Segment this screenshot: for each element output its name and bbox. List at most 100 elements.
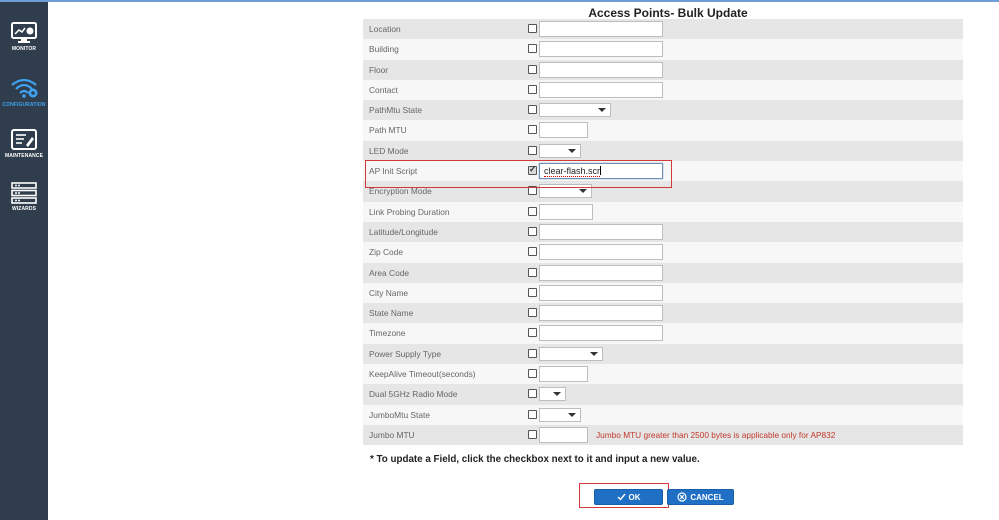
field-row-floor: Floor (363, 59, 963, 80)
sidebar-item-label: MONITOR (11, 46, 37, 52)
field-row-led-mode: LED Mode (363, 140, 963, 162)
field-row-pathmtu-state: PathMtu State (363, 100, 963, 121)
page-title: Access Points- Bulk Update (588, 6, 748, 20)
keepalive-timeout-checkbox[interactable] (528, 369, 537, 379)
field-row-city-name: City Name (363, 282, 963, 304)
field-label: Jumbo MTU (369, 429, 415, 440)
dual-5ghz-radio-mode-checkbox[interactable] (528, 389, 537, 399)
field-label: Dual 5GHz Radio Mode (369, 389, 458, 400)
link-probing-duration-checkbox[interactable] (528, 206, 537, 216)
jumbomtu-state-select[interactable] (539, 407, 581, 422)
path-mtu-checkbox[interactable] (528, 125, 537, 135)
sidebar-item-maintenance[interactable]: MAINTENANCE (0, 129, 48, 175)
highlight-box-ap-init-script (365, 160, 672, 188)
jumbomtu-state-checkbox[interactable] (528, 409, 537, 419)
zip-code-checkbox[interactable] (528, 247, 537, 257)
field-label: Path MTU (369, 125, 407, 136)
pathmtu-state-select[interactable] (539, 103, 611, 118)
power-supply-type-select[interactable] (539, 346, 603, 361)
jumbo-mtu-warning: Jumbo MTU greater than 2500 bytes is app… (596, 429, 836, 440)
location-checkbox[interactable] (528, 24, 537, 33)
city-name-checkbox[interactable] (528, 287, 537, 297)
field-label: Power Supply Type (369, 348, 442, 359)
led-mode-checkbox[interactable] (528, 145, 537, 155)
field-label: PathMtu State (369, 105, 423, 116)
cancel-circle-icon (677, 492, 687, 502)
field-label: Zip Code (369, 247, 403, 258)
chevron-down-icon (553, 392, 561, 397)
field-row-jumbo-mtu: Jumbo MTU Jumbo MTU greater than 2500 by… (363, 424, 963, 446)
keepalive-timeout-input[interactable] (539, 366, 588, 383)
field-label: JumboMtu State (369, 409, 430, 420)
led-mode-select[interactable] (539, 143, 581, 158)
timezone-input[interactable] (539, 325, 663, 342)
field-label: Link Probing Duration (369, 206, 450, 217)
field-row-path-mtu: Path MTU (363, 120, 963, 141)
path-mtu-input[interactable] (539, 122, 588, 139)
field-label: Timezone (369, 328, 406, 339)
sidebar: MONITOR CONFIGURATION MAINTENANCE WIZARD… (0, 2, 48, 520)
chevron-down-icon (590, 351, 598, 356)
bulk-update-form: Location Building Floor Contact PathMtu … (363, 19, 963, 446)
state-name-checkbox[interactable] (528, 308, 537, 318)
field-row-contact: Contact (363, 79, 963, 101)
field-label: Building (369, 44, 399, 55)
jumbo-mtu-checkbox[interactable] (528, 429, 537, 439)
floor-checkbox[interactable] (528, 64, 537, 74)
sidebar-item-wizards[interactable]: WIZARDS (0, 182, 48, 228)
sidebar-item-label: WIZARDS (11, 206, 37, 212)
power-supply-type-checkbox[interactable] (528, 348, 537, 358)
latitude-longitude-input[interactable] (539, 223, 663, 240)
area-code-checkbox[interactable] (528, 267, 537, 277)
building-checkbox[interactable] (528, 44, 537, 54)
city-name-input[interactable] (539, 284, 663, 301)
instruction-note: * To update a Field, click the checkbox … (370, 454, 700, 465)
floor-input[interactable] (539, 61, 663, 78)
zip-code-input[interactable] (539, 244, 663, 261)
location-input[interactable] (539, 21, 663, 37)
field-label: Contact (369, 84, 398, 95)
sidebar-item-label: CONFIGURATION (2, 102, 46, 108)
chevron-down-icon (568, 148, 576, 153)
field-row-latitude-longitude: Latitude/Longitude (363, 221, 963, 243)
field-label: City Name (369, 287, 409, 298)
field-row-area-code: Area Code (363, 262, 963, 283)
field-label: State Name (369, 308, 414, 319)
latitude-longitude-checkbox[interactable] (528, 226, 537, 236)
field-label: Location (369, 24, 401, 34)
checkmark-icon (617, 493, 626, 501)
wizards-icon (11, 182, 37, 204)
field-row-power-supply-type: Power Supply Type (363, 343, 963, 365)
field-row-dual-5ghz-radio-mode: Dual 5GHz Radio Mode (363, 384, 963, 405)
wifi-config-icon (11, 78, 38, 98)
contact-input[interactable] (539, 81, 663, 98)
sidebar-item-configuration[interactable]: CONFIGURATION (0, 76, 48, 122)
timezone-checkbox[interactable] (528, 328, 537, 338)
contact-checkbox[interactable] (528, 84, 537, 94)
building-input[interactable] (539, 41, 663, 58)
state-name-input[interactable] (539, 305, 663, 322)
chevron-down-icon (598, 108, 606, 113)
field-row-state-name: State Name (363, 303, 963, 324)
ok-button[interactable]: OK (594, 489, 663, 505)
chevron-down-icon (568, 412, 576, 417)
field-row-link-probing-duration: Link Probing Duration (363, 201, 963, 222)
field-row-building: Building (363, 39, 963, 60)
field-label: KeepAlive Timeout(seconds) (369, 369, 476, 380)
area-code-input[interactable] (539, 264, 663, 281)
cancel-button[interactable]: CANCEL (667, 489, 734, 505)
pathmtu-state-checkbox[interactable] (528, 105, 537, 115)
field-row-keepalive-timeout: KeepAlive Timeout(seconds) (363, 364, 963, 385)
field-row-location: Location (363, 19, 963, 40)
field-label: Floor (369, 64, 389, 75)
field-row-jumbomtu-state: JumboMtu State (363, 404, 963, 425)
field-label: Latitude/Longitude (369, 226, 438, 237)
sidebar-item-monitor[interactable]: MONITOR (0, 22, 48, 68)
jumbo-mtu-input[interactable] (539, 426, 588, 443)
field-label: LED Mode (369, 145, 409, 156)
dual-5ghz-radio-mode-select[interactable] (539, 387, 566, 402)
link-probing-duration-input[interactable] (539, 203, 593, 220)
field-row-zip-code: Zip Code (363, 242, 963, 263)
top-accent-line (0, 0, 999, 2)
chevron-down-icon (579, 189, 587, 194)
